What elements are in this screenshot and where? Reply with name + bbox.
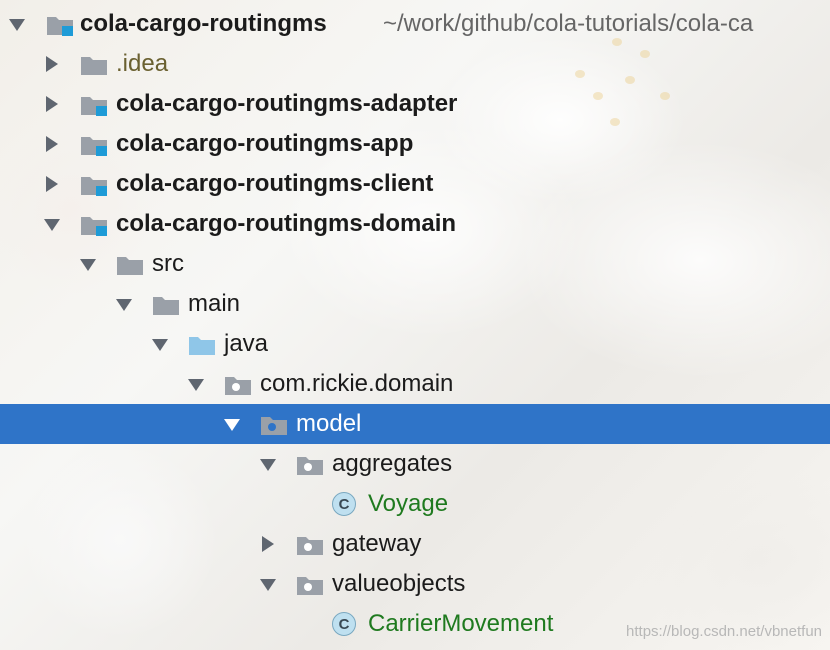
expand-arrow-icon[interactable] xyxy=(224,419,240,431)
tree-row-adapter[interactable]: cola-cargo-routingms-adapter xyxy=(0,84,830,124)
tree-row-app[interactable]: cola-cargo-routingms-app xyxy=(0,124,830,164)
package-icon xyxy=(297,457,323,475)
collapse-arrow-icon[interactable] xyxy=(46,176,58,192)
tree-row-client[interactable]: cola-cargo-routingms-client xyxy=(0,164,830,204)
tree-row-voyage[interactable]: C Voyage xyxy=(0,484,830,524)
tree-row-aggregates[interactable]: aggregates xyxy=(0,444,830,484)
client-module-label: cola-cargo-routingms-client xyxy=(116,170,434,197)
tree-row-gateway[interactable]: gateway xyxy=(0,524,830,564)
package-icon xyxy=(297,577,323,595)
expand-arrow-icon[interactable] xyxy=(152,339,168,351)
collapse-arrow-icon[interactable] xyxy=(262,536,274,552)
tree-row-java[interactable]: java xyxy=(0,324,830,364)
source-root-folder-icon xyxy=(189,337,215,355)
gateway-package-label: gateway xyxy=(332,530,422,557)
folder-icon xyxy=(117,257,143,275)
tree-row-model[interactable]: model xyxy=(0,404,830,444)
tree-row-src[interactable]: src xyxy=(0,244,830,284)
folder-icon xyxy=(81,57,107,75)
collapse-arrow-icon[interactable] xyxy=(46,56,58,72)
valueobjects-package-label: valueobjects xyxy=(332,570,466,597)
tree-row-main[interactable]: main xyxy=(0,284,830,324)
package-icon xyxy=(225,377,251,395)
package-label: com.rickie.domain xyxy=(260,370,454,397)
expand-arrow-icon[interactable] xyxy=(188,379,204,391)
expand-arrow-icon[interactable] xyxy=(44,219,60,231)
collapse-arrow-icon[interactable] xyxy=(46,96,58,112)
class-icon: C xyxy=(332,612,356,636)
tree-row-package[interactable]: com.rickie.domain xyxy=(0,364,830,404)
module-folder-icon xyxy=(81,97,107,116)
app-module-label: cola-cargo-routingms-app xyxy=(116,130,414,157)
project-path: ~/work/github/cola-tutorials/cola-ca xyxy=(383,10,754,37)
module-folder-icon xyxy=(81,137,107,156)
module-folder-icon xyxy=(81,217,107,236)
module-folder-icon xyxy=(47,17,73,36)
expand-arrow-icon[interactable] xyxy=(116,299,132,311)
project-name: cola-cargo-routingms xyxy=(80,10,327,37)
java-folder-label: java xyxy=(224,330,269,357)
domain-module-label: cola-cargo-routingms-domain xyxy=(116,210,457,237)
tree-row-valueobjects[interactable]: valueobjects xyxy=(0,564,830,604)
watermark: https://blog.csdn.net/vbnetfun xyxy=(626,623,822,640)
aggregates-package-label: aggregates xyxy=(332,450,453,477)
main-folder-label: main xyxy=(188,290,241,317)
idea-folder-label: .idea xyxy=(116,50,169,77)
class-icon: C xyxy=(332,492,356,516)
expand-arrow-icon[interactable] xyxy=(80,259,96,271)
module-folder-icon xyxy=(81,177,107,196)
tree-row-domain[interactable]: cola-cargo-routingms-domain xyxy=(0,204,830,244)
voyage-class-label: Voyage xyxy=(368,490,449,517)
adapter-module-label: cola-cargo-routingms-adapter xyxy=(116,90,458,117)
expand-arrow-icon[interactable] xyxy=(260,579,276,591)
model-package-label: model xyxy=(296,410,362,437)
expand-arrow-icon[interactable] xyxy=(260,459,276,471)
folder-icon xyxy=(153,297,179,315)
tree-row-idea[interactable]: .idea xyxy=(0,44,830,84)
package-icon xyxy=(297,537,323,555)
collapse-arrow-icon[interactable] xyxy=(46,136,58,152)
tree-row-project[interactable]: cola-cargo-routingms ~/work/github/cola-… xyxy=(0,4,830,44)
package-icon xyxy=(261,417,287,435)
carriermovement-class-label: CarrierMovement xyxy=(368,610,554,637)
src-folder-label: src xyxy=(152,250,184,277)
expand-arrow-icon[interactable] xyxy=(9,19,25,31)
